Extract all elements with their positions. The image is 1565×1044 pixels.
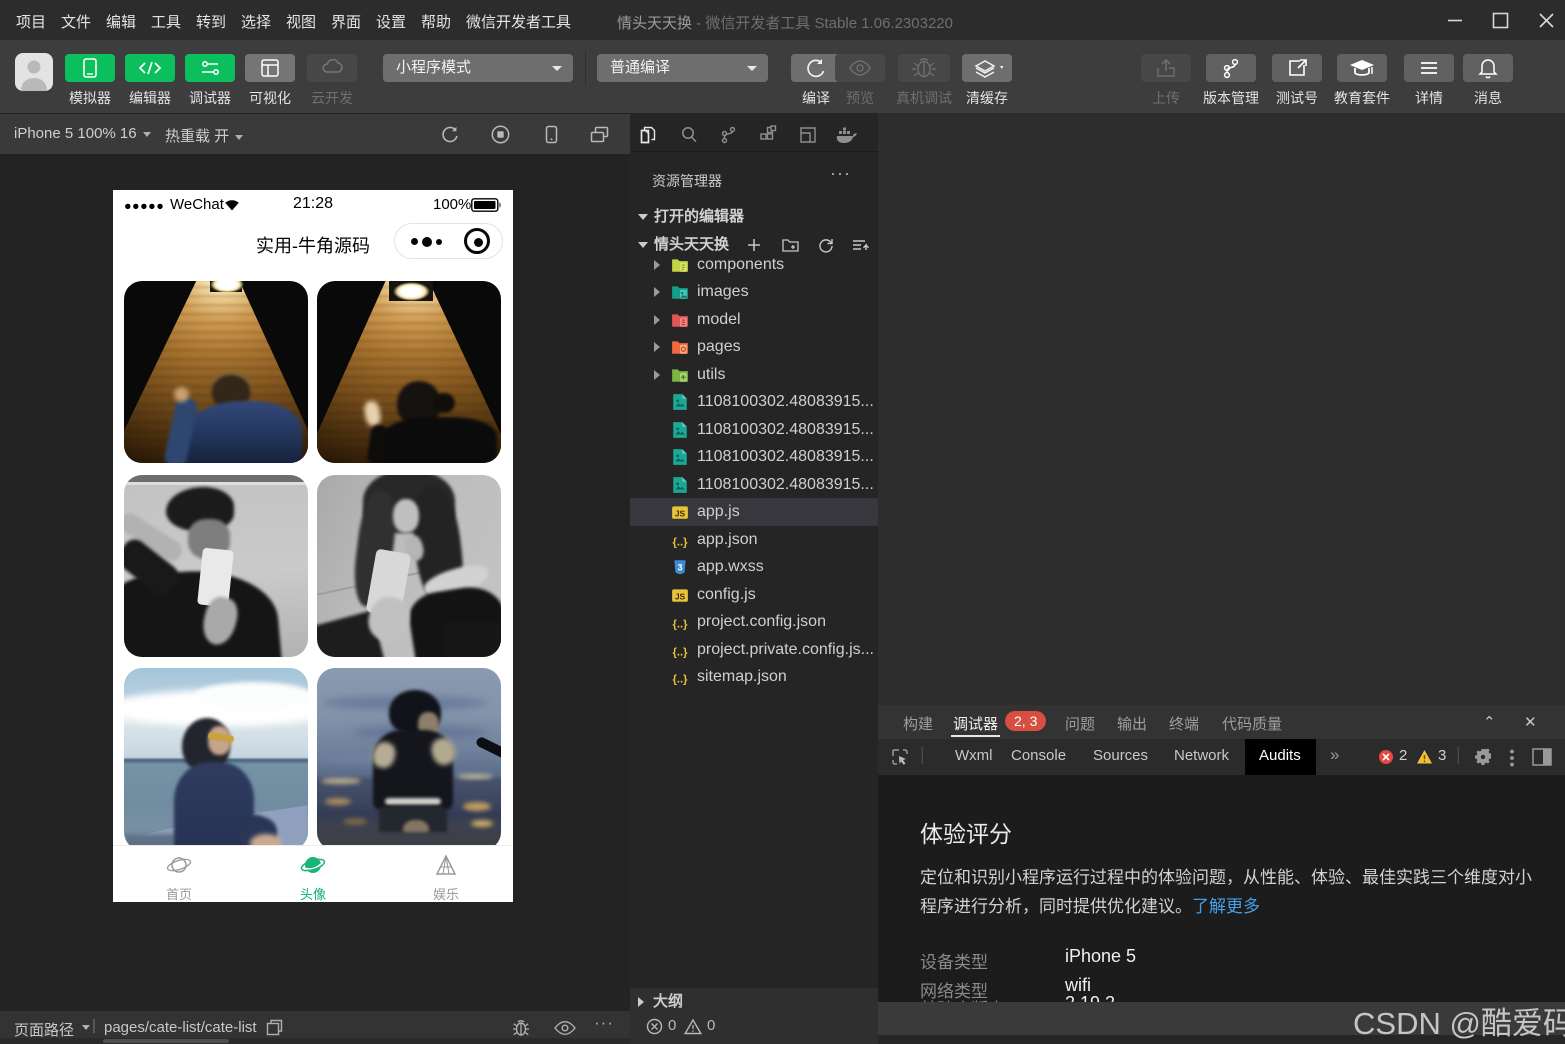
svg-text:{..}: {..} <box>672 619 688 631</box>
svg-text:{..}: {..} <box>672 537 688 549</box>
svg-text:3: 3 <box>677 562 682 572</box>
svg-text:{..}: {..} <box>672 647 688 659</box>
svg-text:{..}: {..} <box>672 674 688 686</box>
svg-text:JS: JS <box>675 509 686 519</box>
svg-text:JS: JS <box>675 592 686 602</box>
